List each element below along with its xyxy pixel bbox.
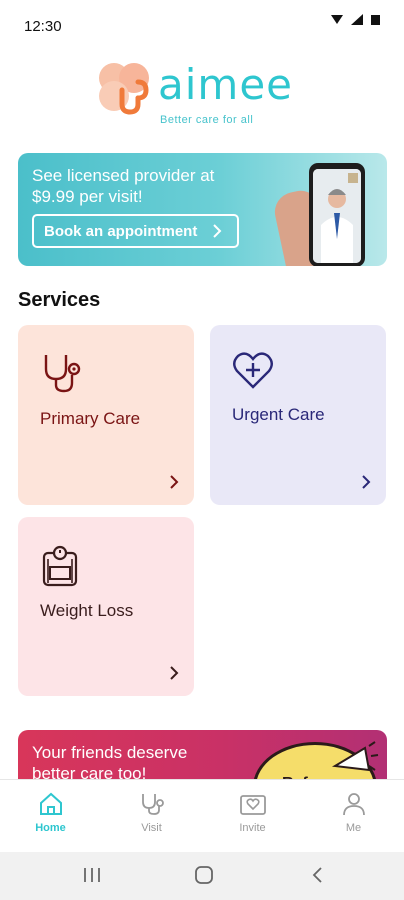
chevron-right-icon	[213, 224, 222, 238]
person-icon	[342, 793, 365, 816]
back-icon[interactable]	[310, 866, 324, 884]
megaphone-icon	[331, 741, 379, 772]
referral-text: Your friends deserve better care too!	[32, 743, 188, 783]
status-time: 12:30	[24, 18, 62, 35]
urgent-care-label: Urgent Care	[232, 405, 325, 424]
aimee-logo-icon	[99, 63, 149, 115]
promo-text: See licensed provider at $9.99 per visit…	[32, 166, 215, 206]
weight-loss-label: Weight Loss	[40, 601, 134, 620]
home-icon	[39, 792, 62, 815]
nav-item-me[interactable]: Me	[303, 780, 404, 852]
services-title: Services	[18, 289, 101, 311]
battery-icon	[371, 15, 380, 25]
nav-item-invite[interactable]: Invite	[202, 780, 303, 852]
book-appointment-button[interactable]: Book an appointment	[32, 214, 239, 248]
doctor-image	[313, 169, 361, 263]
app-logo: aimee Better care for all	[96, 58, 326, 130]
wifi-icon	[331, 14, 343, 24]
status-icons	[331, 14, 380, 25]
system-nav-bar	[0, 852, 404, 900]
brand-tagline: Better care for all	[160, 114, 254, 126]
signal-icon	[351, 14, 363, 25]
stethoscope-icon	[44, 355, 81, 393]
phone-image	[309, 163, 365, 266]
nav-label-me: Me	[345, 822, 362, 834]
nav-label-visit: Visit	[141, 822, 162, 834]
home-button-icon[interactable]	[194, 866, 214, 884]
service-card-primary-care[interactable]: Primary Care	[18, 325, 194, 505]
status-bar: 12:30	[0, 0, 404, 52]
recents-icon[interactable]	[82, 866, 102, 884]
nav-item-home[interactable]: Home	[0, 780, 101, 852]
scale-icon	[42, 545, 78, 587]
service-card-urgent-care[interactable]: Urgent Care	[210, 325, 386, 505]
book-appointment-label: Book an appointment	[44, 222, 198, 240]
service-card-weight-loss[interactable]: Weight Loss	[18, 517, 194, 696]
stethoscope-icon	[141, 794, 164, 815]
invite-icon	[239, 795, 266, 815]
nav-label-invite: Invite	[239, 822, 266, 834]
nav-label-home: Home	[35, 822, 66, 834]
chevron-right-icon	[362, 475, 371, 489]
nav-item-visit[interactable]: Visit	[101, 780, 202, 852]
brand-name: aimee	[158, 60, 293, 109]
chevron-right-icon	[170, 666, 179, 680]
chevron-right-icon	[170, 475, 179, 489]
bottom-nav: Home Visit Invite Me	[0, 779, 404, 852]
heart-plus-icon	[233, 352, 273, 389]
primary-care-label: Primary Care	[40, 409, 141, 428]
promo-banner[interactable]: See licensed provider at $9.99 per visit…	[18, 153, 387, 266]
